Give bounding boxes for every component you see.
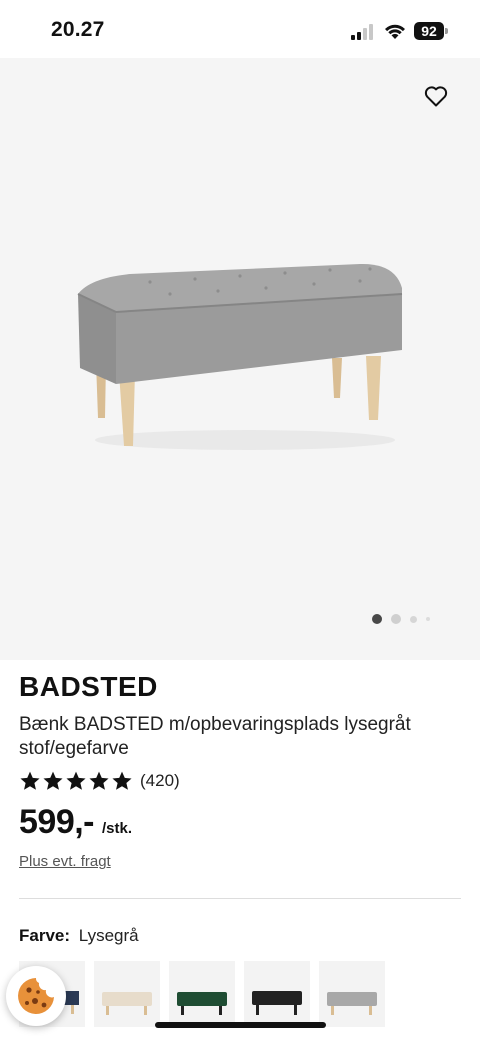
swatch-dark-green[interactable] bbox=[169, 961, 235, 1027]
home-indicator bbox=[155, 1022, 326, 1028]
rating-stars bbox=[19, 770, 133, 792]
star-icon bbox=[20, 771, 40, 790]
product-gallery[interactable] bbox=[0, 58, 480, 660]
shipping-link[interactable]: Plus evt. fragt bbox=[19, 853, 111, 870]
price-unit: /stk. bbox=[102, 820, 133, 837]
color-label: Farve: bbox=[19, 926, 71, 945]
battery-icon: 92 bbox=[414, 22, 448, 40]
battery-level: 92 bbox=[414, 22, 444, 40]
color-value: Lysegrå bbox=[78, 926, 139, 945]
star-icon bbox=[43, 771, 63, 790]
pagination-dot-active[interactable] bbox=[372, 614, 382, 624]
product-rating[interactable]: (420) bbox=[19, 769, 180, 793]
swatch-beige[interactable] bbox=[94, 961, 160, 1027]
star-icon bbox=[89, 771, 109, 790]
wifi-icon bbox=[385, 24, 405, 39]
pagination-dot[interactable] bbox=[410, 615, 417, 623]
color-selection-label: Farve: Lysegrå bbox=[19, 926, 139, 946]
status-time: 20.27 bbox=[51, 18, 105, 41]
cookie-icon bbox=[18, 978, 54, 1014]
product-description: Bænk BADSTED m/opbevaringsplads lysegråt… bbox=[19, 714, 411, 759]
pagination-dot[interactable] bbox=[391, 614, 401, 624]
product-name: BADSTED bbox=[19, 671, 158, 702]
review-count[interactable]: (420) bbox=[140, 771, 180, 791]
battery-tip bbox=[445, 28, 448, 34]
bench-image bbox=[77, 263, 403, 450]
heart-icon bbox=[424, 86, 448, 107]
cookie-settings-button[interactable] bbox=[6, 966, 66, 1026]
favorite-button[interactable] bbox=[422, 82, 450, 110]
star-icon bbox=[112, 771, 132, 790]
price-row: 599,- /stk. bbox=[19, 803, 132, 842]
swatch-light-grey[interactable] bbox=[319, 961, 385, 1027]
product-price: 599,- bbox=[19, 803, 95, 841]
gallery-pagination[interactable] bbox=[372, 612, 430, 626]
color-swatches[interactable] bbox=[19, 961, 385, 1027]
star-icon bbox=[66, 771, 86, 790]
swatch-black[interactable] bbox=[244, 961, 310, 1027]
status-bar: 20.27 92 bbox=[0, 0, 480, 58]
divider bbox=[19, 898, 461, 899]
signal-icon bbox=[351, 24, 373, 40]
pagination-dot[interactable] bbox=[426, 617, 430, 621]
